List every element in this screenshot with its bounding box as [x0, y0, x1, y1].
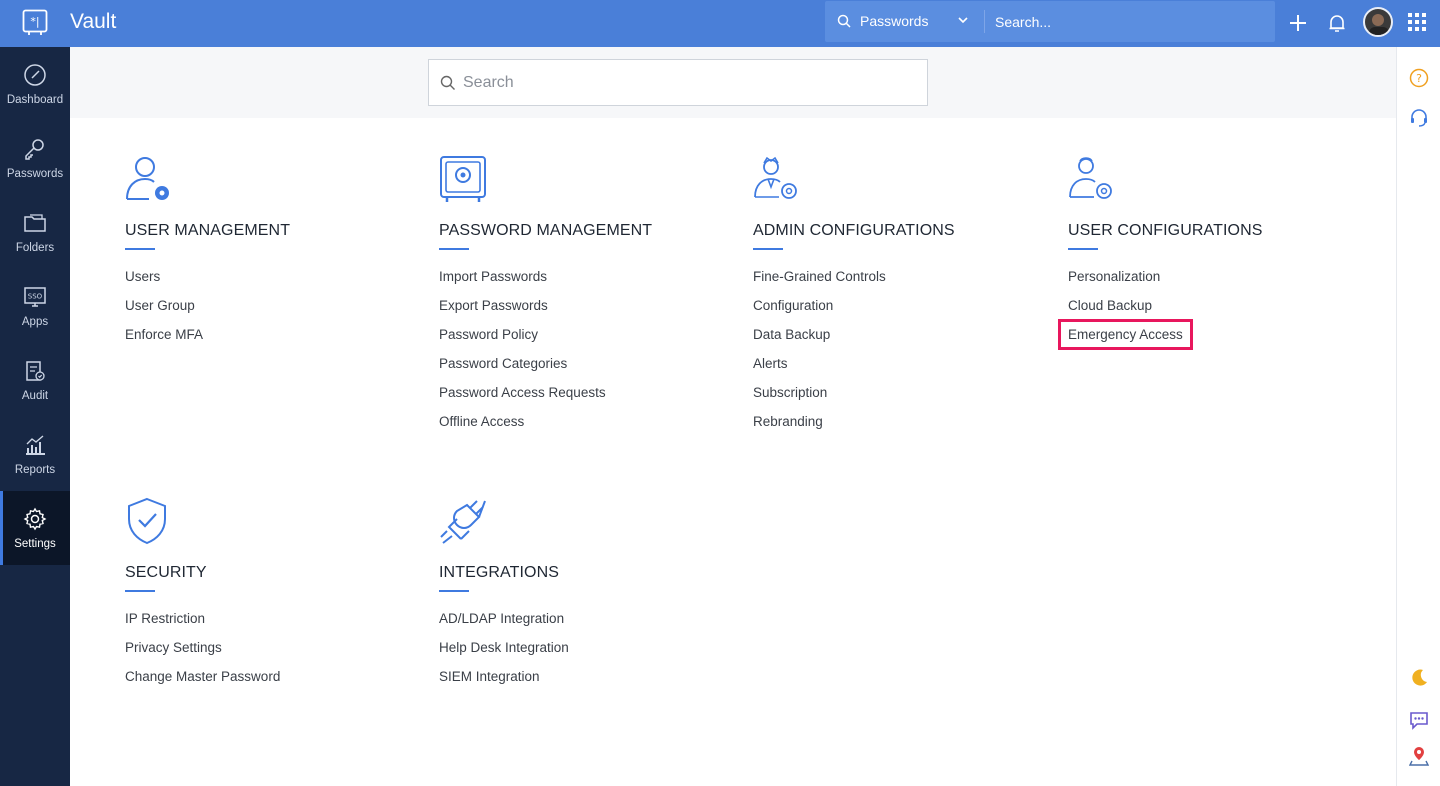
link-help-desk-integration[interactable]: Help Desk Integration [439, 640, 569, 669]
dashboard-icon [24, 64, 46, 86]
section-title: INTEGRATIONS [439, 564, 560, 581]
link-user-group[interactable]: User Group [125, 298, 203, 327]
link-alerts[interactable]: Alerts [753, 356, 886, 385]
section-title: USER CONFIGURATIONS [1068, 222, 1263, 239]
sidebar-item-dashboard[interactable]: Dashboard [0, 47, 70, 121]
search-scope-label: Passwords [860, 13, 929, 29]
keys-icon [25, 139, 44, 160]
svg-text:?: ? [1416, 72, 1422, 85]
user-gear-icon [126, 157, 169, 200]
link-list: IP Restriction Privacy Settings Change M… [125, 611, 280, 698]
search-scope-dropdown[interactable]: Passwords [825, 1, 983, 42]
right-rail: ? [1396, 47, 1440, 786]
add-icon[interactable] [1288, 13, 1308, 33]
sidebar-item-apps[interactable]: SSO Apps [0, 269, 70, 343]
title-underline [439, 590, 469, 592]
folder-icon [24, 214, 46, 232]
highlight-wrapper: Emergency Access [1058, 319, 1193, 356]
link-cloud-backup[interactable]: Cloud Backup [1068, 298, 1185, 327]
section-title: USER MANAGEMENT [125, 222, 291, 239]
link-change-master-password[interactable]: Change Master Password [125, 669, 280, 698]
apps-grid-icon[interactable] [1407, 12, 1427, 32]
link-list: Fine-Grained Controls Configuration Data… [753, 269, 886, 443]
section-title: PASSWORD MANAGEMENT [439, 222, 653, 239]
sidebar-item-passwords[interactable]: Passwords [0, 121, 70, 195]
sidebar-item-audit[interactable]: Audit [0, 343, 70, 417]
settings-search [428, 59, 928, 106]
sidebar-item-label: Apps [21, 316, 49, 328]
search-strip [70, 47, 1396, 118]
help-icon[interactable]: ? [1409, 68, 1429, 88]
link-list: Personalization Cloud Backup Emergency A… [1058, 269, 1193, 356]
link-fine-grained-controls[interactable]: Fine-Grained Controls [753, 269, 886, 298]
link-list: Import Passwords Export Passwords Passwo… [439, 269, 606, 443]
link-configuration[interactable]: Configuration [753, 298, 886, 327]
avatar[interactable] [1363, 7, 1393, 37]
title-underline [125, 248, 155, 250]
admin-gear-icon [754, 156, 797, 199]
sidebar-item-reports[interactable]: Reports [0, 417, 70, 491]
settings-main: USER MANAGEMENT Users User Group Enforce… [70, 47, 1396, 786]
plug-icon [440, 500, 486, 544]
link-rebranding[interactable]: Rebranding [753, 414, 886, 443]
sidebar-item-label: Folders [15, 242, 55, 254]
sidebar-item-folders[interactable]: Folders [0, 195, 70, 269]
link-offline-access[interactable]: Offline Access [439, 414, 606, 443]
sidebar-item-label: Dashboard [6, 94, 64, 106]
link-password-access-requests[interactable]: Password Access Requests [439, 385, 606, 414]
link-enforce-mfa[interactable]: Enforce MFA [125, 327, 203, 356]
chat-icon[interactable] [1409, 710, 1429, 730]
sidebar-item-label: Settings [14, 538, 56, 550]
dark-mode-moon-icon[interactable] [1409, 668, 1429, 688]
link-export-passwords[interactable]: Export Passwords [439, 298, 606, 327]
safe-icon [440, 156, 486, 202]
sidebar-item-settings[interactable]: Settings [0, 491, 70, 565]
shield-check-icon [128, 497, 166, 545]
sidebar: Dashboard Passwords Folders SSO Apps Aud… [0, 47, 70, 786]
chevron-down-icon [958, 17, 968, 24]
gear-icon [23, 507, 47, 531]
link-subscription[interactable]: Subscription [753, 385, 886, 414]
global-search-input[interactable] [985, 1, 1275, 42]
vault-logo-icon[interactable]: *| [22, 9, 48, 37]
link-import-passwords[interactable]: Import Passwords [439, 269, 606, 298]
search-icon [440, 75, 455, 90]
settings-search-input[interactable] [463, 60, 923, 105]
global-search: Passwords [825, 1, 1275, 42]
title-underline [1068, 248, 1098, 250]
audit-icon [26, 361, 45, 381]
link-personalization[interactable]: Personalization [1068, 269, 1185, 298]
location-pin-icon[interactable] [1409, 745, 1429, 767]
title-underline [439, 248, 469, 250]
svg-text:SSO: SSO [28, 293, 43, 301]
sidebar-item-label: Audit [21, 390, 49, 402]
section-title: SECURITY [125, 564, 207, 581]
sidebar-item-label: Reports [14, 464, 56, 476]
top-bar: *| Vault Passwords [0, 0, 1440, 47]
link-ip-restriction[interactable]: IP Restriction [125, 611, 280, 640]
link-ad-ldap-integration[interactable]: AD/LDAP Integration [439, 611, 569, 640]
title-underline [125, 590, 155, 592]
link-users[interactable]: Users [125, 269, 203, 298]
section-title: ADMIN CONFIGURATIONS [753, 222, 955, 239]
support-headset-icon[interactable] [1409, 107, 1429, 127]
app-title: Vault [70, 10, 117, 33]
sso-icon: SSO [24, 287, 46, 307]
search-icon [837, 14, 851, 28]
reports-icon [26, 435, 45, 455]
link-data-backup[interactable]: Data Backup [753, 327, 886, 356]
svg-text:*|: *| [30, 15, 39, 28]
bell-icon[interactable] [1328, 13, 1346, 33]
link-password-policy[interactable]: Password Policy [439, 327, 606, 356]
link-password-categories[interactable]: Password Categories [439, 356, 606, 385]
link-siem-integration[interactable]: SIEM Integration [439, 669, 569, 698]
link-privacy-settings[interactable]: Privacy Settings [125, 640, 280, 669]
link-emergency-access[interactable]: Emergency Access [1058, 319, 1193, 350]
title-underline [753, 248, 783, 250]
link-list: Users User Group Enforce MFA [125, 269, 203, 356]
link-list: AD/LDAP Integration Help Desk Integratio… [439, 611, 569, 698]
sidebar-item-label: Passwords [6, 168, 64, 180]
user-config-icon [1069, 157, 1112, 199]
